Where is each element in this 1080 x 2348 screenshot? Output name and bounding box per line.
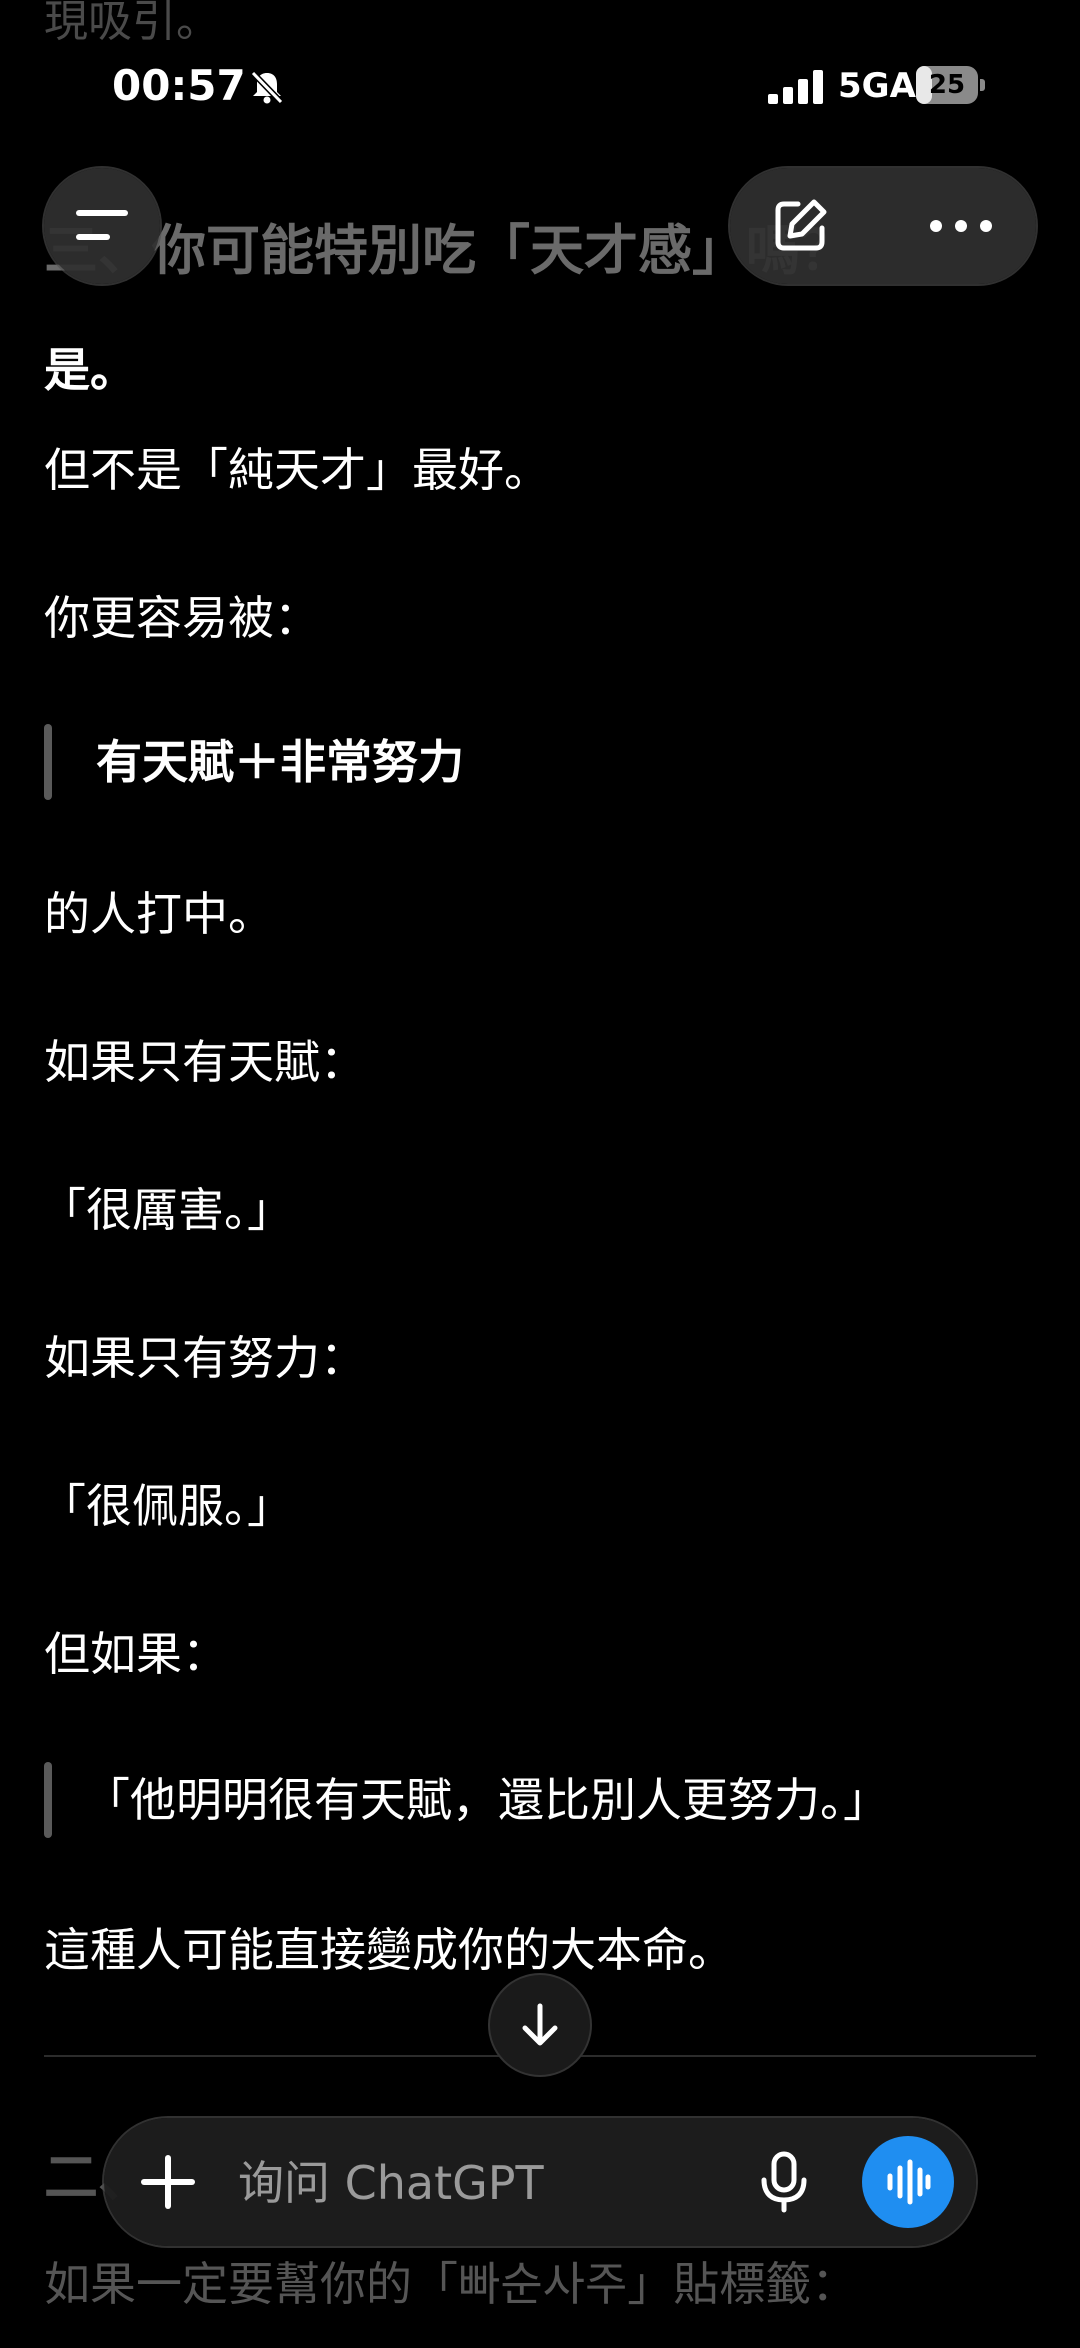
message-line: 你更容易被：	[44, 591, 320, 645]
more-options-icon[interactable]	[926, 196, 996, 256]
faded-previous-text: 現吸引。	[44, 0, 220, 47]
message-line: 但如果：	[44, 1627, 228, 1681]
status-bar: 00:57 5GA 25	[0, 56, 1080, 116]
header-actions	[730, 168, 1036, 284]
voice-mode-button[interactable]	[862, 2136, 954, 2228]
next-section-line: 如果一定要幫你的「빠순사주」貼標籤：	[44, 2257, 858, 2311]
message-composer	[104, 2118, 976, 2246]
new-chat-icon[interactable]	[770, 196, 830, 256]
network-type: 5GA	[838, 66, 916, 106]
status-time: 00:57	[112, 61, 246, 110]
bell-muted-icon	[250, 70, 284, 105]
message-line: 這種人可能直接變成你的大本命。	[44, 1923, 734, 1977]
battery-percentage: 25	[928, 70, 966, 100]
scroll-to-bottom-button[interactable]	[490, 1975, 590, 2075]
arrow-down-icon	[522, 2003, 558, 2046]
menu-button[interactable]	[44, 168, 160, 284]
blockquote-text: 「他明明很有天賦，還比別人更努力。」	[84, 1773, 889, 1827]
message-line: 如果只有天賦：	[44, 1035, 366, 1089]
chat-screen: 現吸引。 00:57 5GA 25 三、你可能特別吃「天才感」嗎？ 是。 但不是…	[0, 0, 1080, 2348]
plus-icon[interactable]	[140, 2154, 196, 2210]
message-line: 但不是「純天才」最好。	[44, 443, 550, 497]
message-line: 「很佩服。」	[40, 1479, 293, 1533]
message-line: 如果只有努力：	[44, 1331, 366, 1385]
chat-input[interactable]	[236, 2142, 720, 2224]
blockquote-bar	[44, 1762, 52, 1838]
blockquote-text: 有天賦＋非常努力	[96, 735, 464, 789]
microphone-icon[interactable]	[752, 2150, 816, 2214]
blockquote-bar	[44, 724, 52, 800]
battery-icon: 25	[916, 66, 986, 106]
signal-icon	[768, 70, 823, 104]
message-line: 「很厲害。」	[40, 1183, 293, 1237]
message-line: 是。	[44, 343, 136, 397]
voice-waveform-icon	[887, 2159, 931, 2205]
message-line: 的人打中。	[44, 887, 274, 941]
